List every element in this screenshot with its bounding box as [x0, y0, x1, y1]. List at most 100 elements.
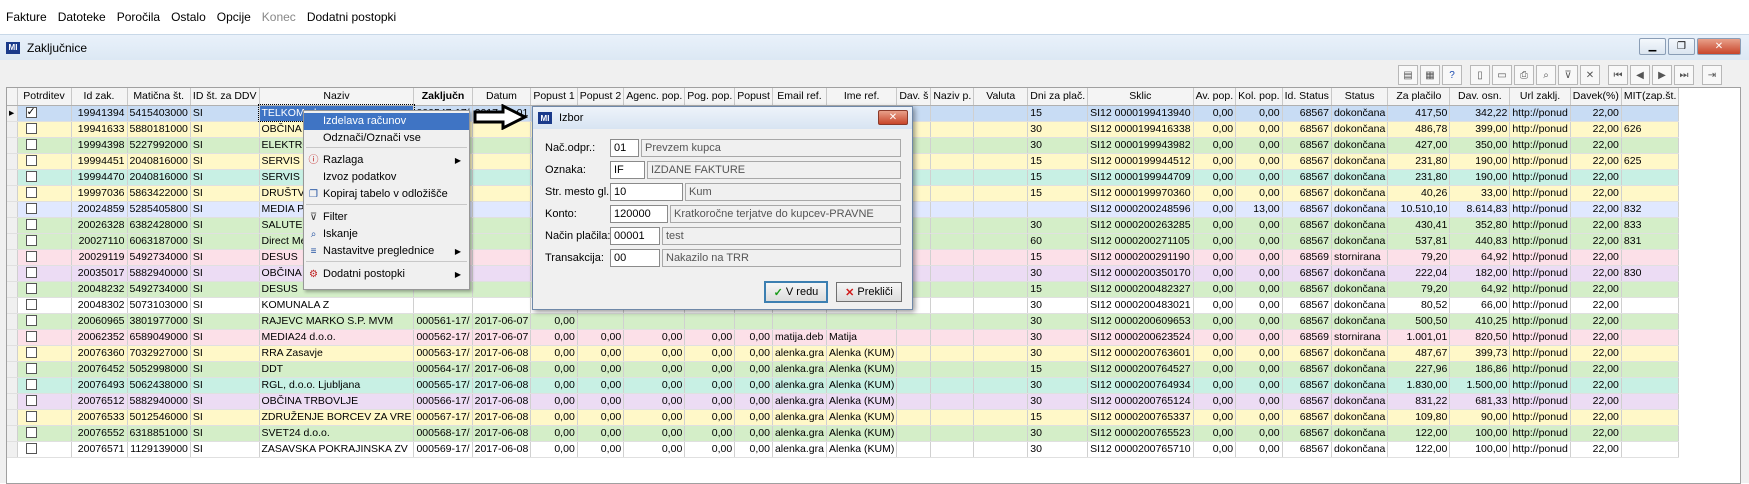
table-cell[interactable]: 399,00 [1449, 121, 1511, 138]
table-cell[interactable] [17, 169, 72, 186]
table-cell[interactable]: 0,00 [1235, 105, 1283, 122]
table-cell[interactable]: 0,00 [1235, 409, 1283, 426]
table-cell[interactable]: 30 [1027, 297, 1089, 314]
table-cell[interactable] [17, 137, 72, 154]
exit-icon[interactable]: ⇥ [1702, 65, 1722, 85]
table-cell[interactable]: 68567 [1282, 361, 1332, 378]
confirm-checkbox[interactable] [25, 203, 37, 215]
table-cell[interactable]: http://ponud [1509, 281, 1571, 298]
table-cell[interactable]: 0,00 [734, 441, 773, 458]
table-cell[interactable]: 30 [1027, 137, 1089, 154]
table-cell[interactable]: 0,00 [1235, 169, 1283, 186]
table-cell[interactable]: Alenka (KUM) [826, 393, 898, 410]
table-cell[interactable]: 0,00 [577, 377, 625, 394]
table-cell[interactable]: 342,22 [1449, 105, 1511, 122]
table-cell[interactable]: 0,00 [623, 345, 686, 362]
table-cell[interactable]: SI [190, 153, 260, 170]
table-cell[interactable] [472, 233, 532, 250]
context-menu-item[interactable]: ⊽ Filter [304, 209, 469, 226]
table-cell[interactable]: 5227992000 [127, 137, 191, 154]
table-cell[interactable]: 0,00 [684, 377, 736, 394]
table-cell[interactable]: SI12 0000200482327 [1087, 281, 1194, 298]
table-cell[interactable] [896, 425, 932, 442]
table-cell[interactable]: 399,73 [1449, 345, 1511, 362]
table-cell[interactable] [930, 217, 975, 234]
table-cell[interactable]: SI [190, 169, 260, 186]
table-cell[interactable] [973, 153, 1029, 170]
table-cell[interactable]: 0,00 [1193, 441, 1237, 458]
table-cell[interactable] [930, 313, 975, 330]
table-cell[interactable] [973, 409, 1029, 426]
table-cell[interactable]: 20076452 [71, 361, 128, 378]
field-code-input[interactable]: IF [610, 161, 645, 179]
table-cell[interactable]: SI12 0000199944709 [1087, 169, 1194, 186]
table-cell[interactable]: http://ponud [1509, 377, 1571, 394]
table-cell[interactable]: 20026328 [71, 217, 128, 234]
table-cell[interactable]: 0,00 [684, 361, 736, 378]
table-cell[interactable]: 68567 [1282, 201, 1332, 218]
table-cell[interactable] [684, 313, 736, 330]
table-row[interactable]: 20076552 6318851000 SI SVET24 d.o.o. 000568-… [7, 425, 1680, 442]
table-cell[interactable]: 222,04 [1387, 265, 1451, 282]
table-cell[interactable]: SI [190, 281, 260, 298]
table-cell[interactable] [973, 425, 1029, 442]
table-cell[interactable]: 6318851000 [127, 425, 191, 442]
table-cell[interactable] [1027, 201, 1089, 218]
table-cell[interactable]: 19997036 [71, 185, 128, 202]
confirm-checkbox[interactable] [25, 315, 37, 327]
table-cell[interactable]: 5492734000 [127, 249, 191, 266]
table-cell[interactable] [17, 425, 72, 442]
filter-icon[interactable]: ⊽ [1558, 65, 1578, 85]
next-record-icon[interactable]: ▶ [1652, 65, 1672, 85]
close-icon[interactable]: ✕ [1697, 38, 1741, 55]
table-cell[interactable]: SI [190, 105, 260, 122]
table-cell[interactable] [472, 249, 532, 266]
table-cell[interactable]: 22,00 [1570, 313, 1622, 330]
table-cell[interactable]: 0,00 [1193, 329, 1237, 346]
table-cell[interactable]: 0,00 [684, 329, 736, 346]
table-cell[interactable]: 0,00 [1235, 249, 1283, 266]
table-cell[interactable] [17, 297, 72, 314]
menu-datoteke[interactable]: Datoteke [58, 10, 113, 24]
table-cell[interactable]: 19941633 [71, 121, 128, 138]
table-cell[interactable] [973, 249, 1029, 266]
table-cell[interactable]: Matija [826, 329, 898, 346]
table-cell[interactable]: 20076493 [71, 377, 128, 394]
table-cell[interactable] [973, 201, 1029, 218]
table-cell[interactable]: 350,00 [1449, 137, 1511, 154]
table-cell[interactable]: dokončana [1331, 345, 1389, 362]
table-cell[interactable] [17, 345, 72, 362]
table-cell[interactable]: 430,41 [1387, 217, 1451, 234]
table-cell[interactable]: 13,00 [1235, 201, 1283, 218]
table-cell[interactable]: 6589049000 [127, 329, 191, 346]
table-cell[interactable]: 109,80 [1387, 409, 1451, 426]
table-cell[interactable] [472, 281, 532, 298]
confirm-checkbox[interactable] [25, 155, 37, 167]
confirm-checkbox[interactable] [25, 267, 37, 279]
table-cell[interactable]: 0,00 [684, 425, 736, 442]
table-cell[interactable] [930, 153, 975, 170]
table-cell[interactable]: 30 [1027, 313, 1089, 330]
table-cell[interactable] [1621, 393, 1680, 410]
table-cell[interactable]: 410,25 [1449, 313, 1511, 330]
table-cell[interactable]: 1.500,00 [1449, 377, 1511, 394]
table-cell[interactable]: SI [190, 121, 260, 138]
table-cell[interactable]: 10.510,10 [1387, 201, 1451, 218]
table-cell[interactable]: Alenka (KUM) [826, 425, 898, 442]
table-cell[interactable]: 22,00 [1570, 425, 1622, 442]
table-cell[interactable]: 0,00 [734, 425, 773, 442]
table-cell[interactable]: 22,00 [1570, 345, 1622, 362]
table-cell[interactable]: SI12 0000199416338 [1087, 121, 1194, 138]
help-icon[interactable]: ? [1442, 65, 1462, 85]
table-cell[interactable]: 33,00 [1449, 185, 1511, 202]
table-cell[interactable]: 20076552 [71, 425, 128, 442]
menu-poro-ila[interactable]: Poročila [117, 10, 167, 24]
table-cell[interactable] [1621, 425, 1680, 442]
table-cell[interactable]: SI12 0000200765710 [1087, 441, 1194, 458]
confirm-checkbox[interactable] [25, 411, 37, 423]
table-cell[interactable]: 000568-17/ [413, 425, 473, 442]
table-cell[interactable]: 7032927000 [127, 345, 191, 362]
table-cell[interactable] [472, 265, 532, 282]
table-cell[interactable]: 19994470 [71, 169, 128, 186]
table-cell[interactable]: 0,00 [1235, 121, 1283, 138]
